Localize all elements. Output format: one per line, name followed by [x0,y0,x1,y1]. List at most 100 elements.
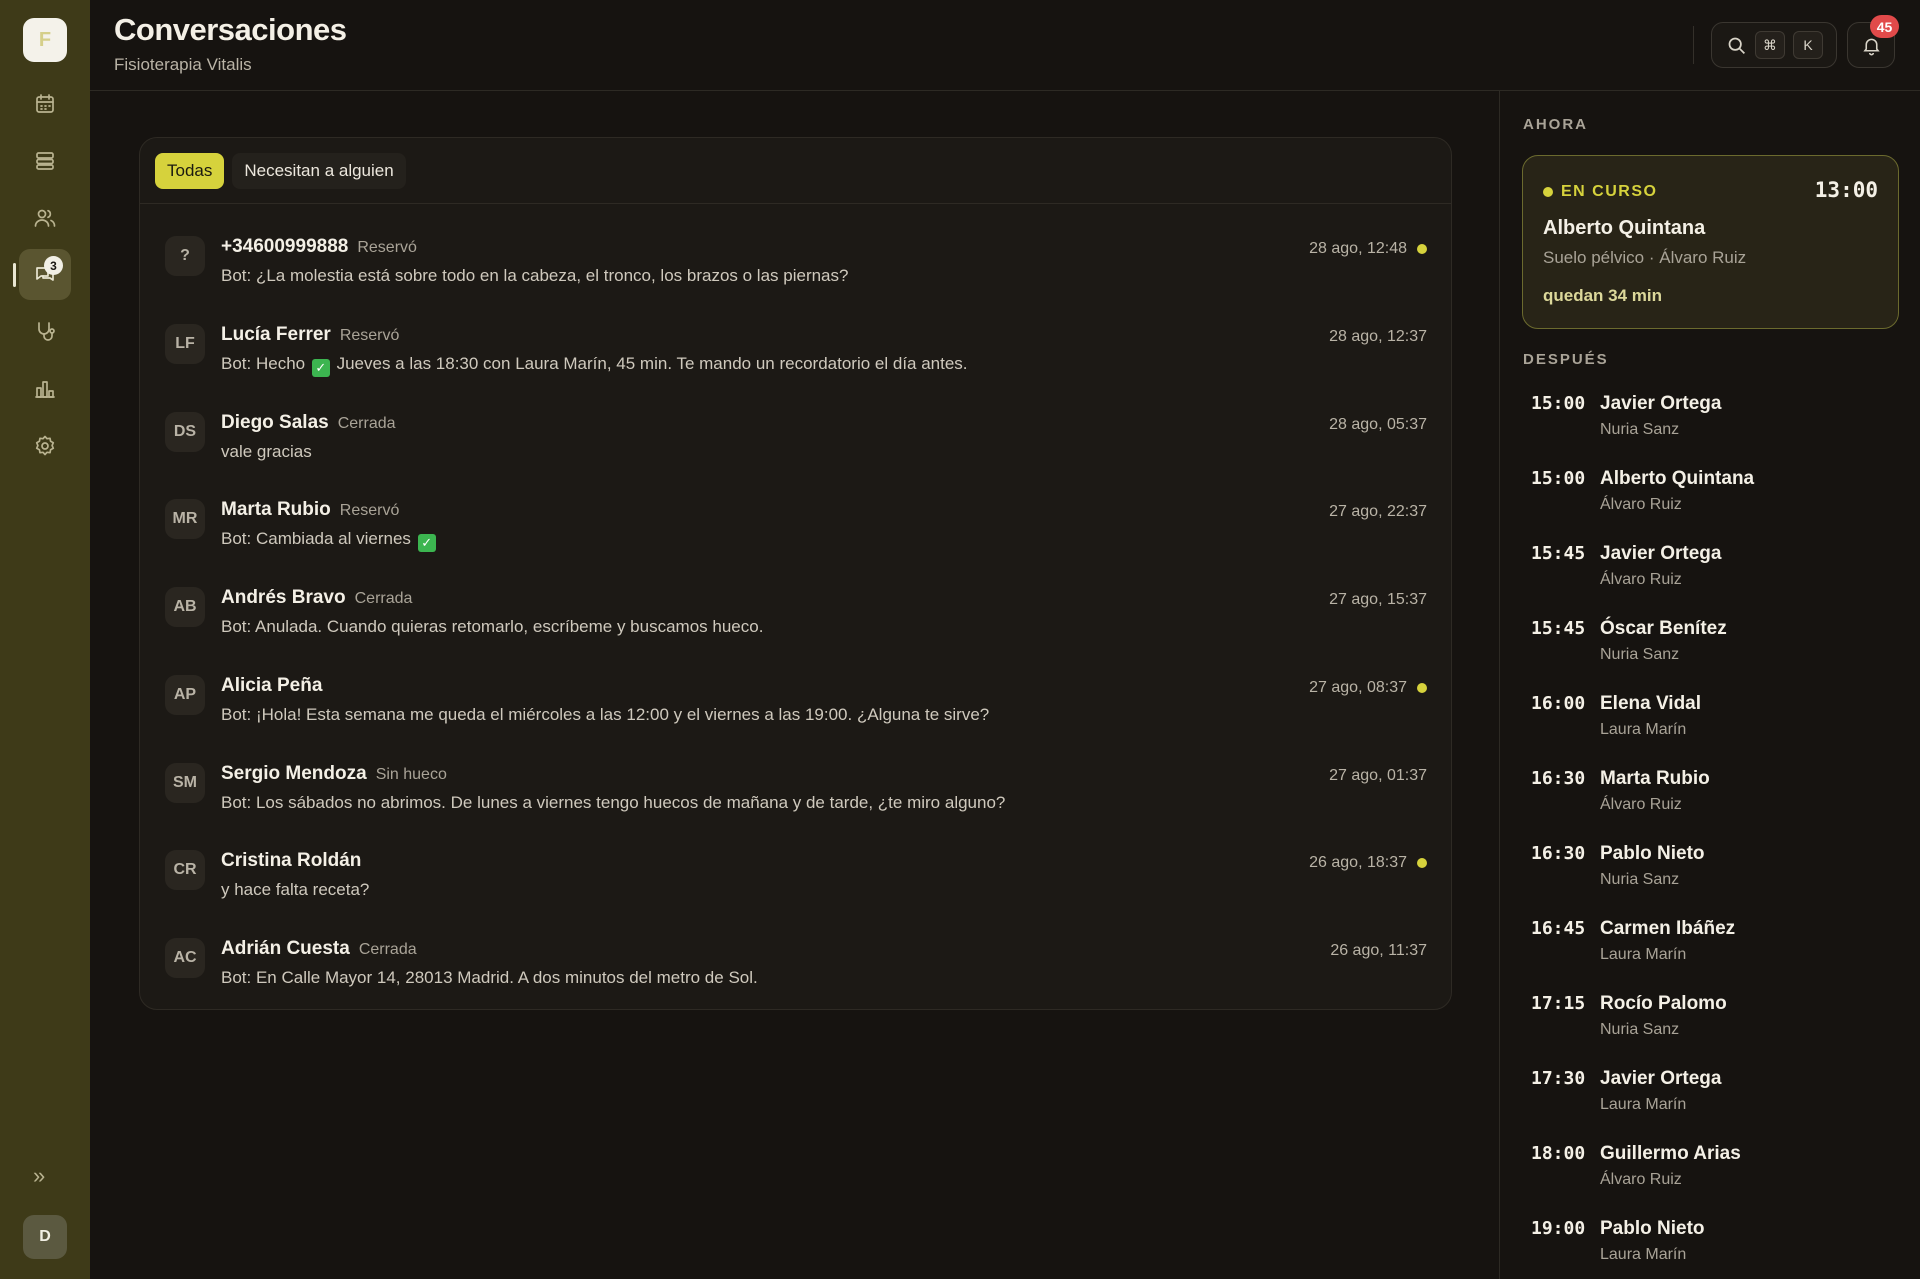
slot-patient: Óscar Benítez [1600,618,1727,639]
conversation-row[interactable]: AP Alicia Peña Bot: ¡Hola! Esta semana m… [140,655,1451,743]
live-dot [1543,187,1553,197]
slot-therapist: Laura Marín [1600,1246,1687,1263]
contact-name: Lucía Ferrer [221,323,331,345]
contact-name: Sergio Mendoza [221,762,367,784]
stethoscope-icon [38,321,55,341]
last-message: Bot: En Calle Mayor 14, 28013 Madrid. A … [221,968,758,987]
message-time: 26 ago, 18:37 [1309,854,1407,872]
conversation-status: Sin hueco [375,765,447,783]
slot-time: 17:15 [1531,993,1586,1014]
conversation-row[interactable]: LF Lucía Ferrer Reservó Bot: Hecho ✓ Jue… [140,304,1451,392]
filter-tabs: Todas Necesitan a alguien [140,138,1451,204]
slot-therapist: Nuria Sanz [1600,646,1680,663]
users-icon [34,209,56,227]
conversation-status: Cerrada [337,414,396,432]
slot-therapist: Laura Marín [1600,721,1687,738]
conversation-status: Reservó [357,239,417,256]
appointment-time: 13:00 [1814,178,1878,202]
slot-therapist: Nuria Sanz [1600,1021,1680,1038]
slot-time: 18:00 [1531,1143,1586,1164]
last-message: Bot: Hecho ✓ Jueves a las 18:30 con Laur… [221,354,1451,377]
slot-patient: Javier Ortega [1600,393,1722,414]
conversation-row[interactable]: AB Andrés Bravo Cerrada Bot: Anulada. Cu… [140,567,1451,655]
message-time: 28 ago, 12:37 [1329,327,1427,345]
contact-avatar: MR [165,499,205,540]
search-button[interactable]: ⌘ K [1711,22,1837,68]
slot-patient: Alberto Quintana [1600,468,1755,489]
conversation-row[interactable]: SM Sergio Mendoza Sin hueco Bot: Los sáb… [140,743,1451,831]
shortcut-cmd-key: ⌘ [1755,31,1785,59]
message-time: 27 ago, 08:37 [1309,678,1407,696]
conversation-status: Reservó [339,326,400,344]
contact-name: Marta Rubio [221,499,331,521]
slot-therapist: Álvaro Ruiz [1600,496,1682,513]
message-time: 27 ago, 22:37 [1329,503,1427,521]
contact-name: Andrés Bravo [221,587,346,608]
nav-calendar[interactable] [19,78,71,129]
notification-count-badge: 45 [1870,15,1899,38]
slot-therapist: Laura Marín [1600,1096,1687,1113]
slot-time: 19:00 [1531,1218,1586,1239]
tab-all[interactable]: Todas [155,152,225,189]
gear-icon [35,435,55,455]
contact-avatar: DS [165,411,205,452]
last-message: Bot: Cambiada al viernes ✓ [221,529,1451,553]
conversation-row[interactable]: ? +34600999888 Reservó Bot: ¿La molestia… [140,216,1451,304]
conversations-card: Todas Necesitan a alguien ? +34600999888… [139,137,1452,1010]
slot-patient: Marta Rubio [1600,768,1710,789]
notifications-button[interactable]: 45 [1847,15,1899,68]
contact-name: +34600999888 [221,236,349,257]
check-emoji-icon: ✓ [417,534,436,553]
nav-settings[interactable] [19,420,71,471]
contact-avatar: ? [165,236,205,276]
slot-time: 15:45 [1531,543,1586,564]
slot-therapist: Álvaro Ruiz [1600,1171,1682,1188]
contact-avatar: CR [165,850,205,891]
user-avatar[interactable]: D [23,1215,67,1259]
slot-time: 15:45 [1531,618,1586,639]
slot-therapist: Álvaro Ruiz [1600,796,1682,813]
nav-patients[interactable] [19,192,71,243]
search-icon [1728,37,1745,54]
nav-stats[interactable] [19,363,71,414]
time-remaining: quedan 34 min [1543,286,1663,305]
conversation-status: Cerrada [358,941,417,958]
nav-services[interactable] [19,135,71,186]
unread-dot [1417,858,1427,869]
slot-therapist: Laura Marín [1600,946,1687,963]
expand-sidebar-icon[interactable]: » [33,1163,45,1189]
conversation-status: Reservó [339,502,400,520]
appointment-detail: Suelo pélvico · Álvaro Ruiz [1543,248,1747,267]
slot-patient: Javier Ortega [1600,543,1722,564]
last-message: Bot: Anulada. Cuando quieras retomarlo, … [221,617,764,636]
nav-conversations[interactable]: 3 [13,249,71,300]
unread-dot [1417,682,1427,693]
slot-therapist: Álvaro Ruiz [1600,571,1682,588]
contact-name: Diego Salas [221,411,329,433]
message-time: 26 ago, 11:37 [1330,942,1427,959]
check-emoji-icon: ✓ [311,358,330,377]
clinic-logo[interactable]: F [23,18,67,62]
conversation-row[interactable]: MR Marta Rubio Reservó Bot: Cambiada al … [140,479,1451,567]
message-time: 27 ago, 15:37 [1329,591,1427,608]
last-message: Bot: ¡Hola! Esta semana me queda el miér… [221,704,990,724]
message-text: Bot: Hecho [221,353,306,373]
contact-name: Adrián Cuesta [221,938,350,959]
slot-time: 15:00 [1531,468,1586,489]
nav-treatments[interactable] [19,306,71,357]
conversation-row[interactable]: AC Adrián Cuesta Cerrada Bot: En Calle M… [140,918,1451,1006]
last-message: y hace falta receta? [221,880,370,900]
page-title: Conversaciones [114,12,347,47]
slot-time: 17:30 [1531,1068,1586,1089]
conversation-row[interactable]: CR Cristina Roldán y hace falta receta? … [140,830,1451,918]
slot-time: 15:00 [1531,393,1586,414]
contact-avatar: AC [165,938,205,978]
sidebar-nav: 3 [13,78,71,471]
tab-need-someone[interactable]: Necesitan a alguien [232,152,406,189]
conversation-row[interactable]: DS Diego Salas Cerrada vale gracias 28 a… [140,392,1451,480]
current-appointment-card[interactable]: EN CURSO 13:00 Alberto Quintana Suelo pé… [1522,155,1899,329]
stack-icon [36,151,54,170]
contact-name: Alicia Peña [221,674,323,696]
message-time: 28 ago, 12:48 [1309,240,1407,257]
bar-chart-icon [35,380,55,398]
